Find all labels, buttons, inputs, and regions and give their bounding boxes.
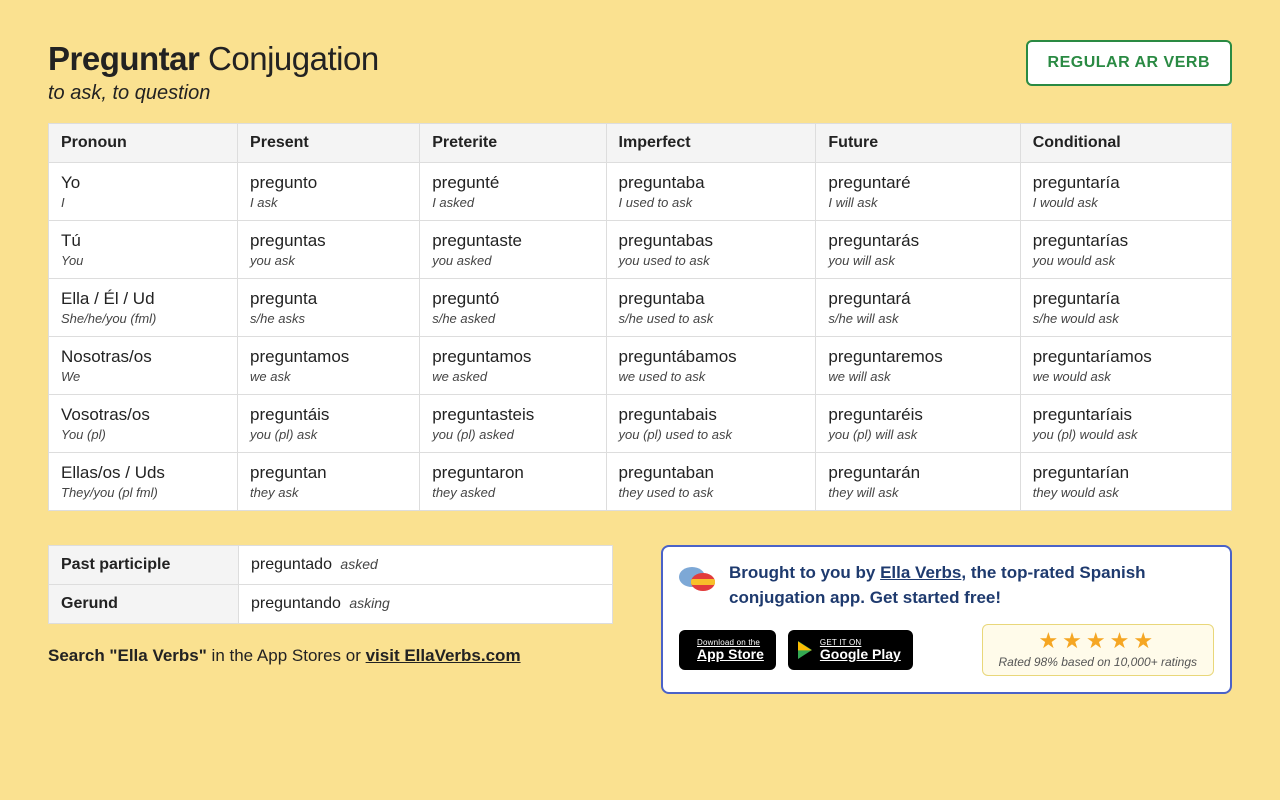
column-header: Pronoun [49, 124, 238, 163]
rating-box: ★★★★★ Rated 98% based on 10,000+ ratings [982, 624, 1214, 676]
promo-text: Brought to you by Ella Verbs, the top-ra… [729, 561, 1214, 610]
conj-cell: preguntáisyou (pl) ask [238, 395, 420, 453]
conj-cell: preguntarásyou will ask [816, 221, 1020, 279]
app-icon [679, 561, 717, 599]
conj-cell: preguntós/he asked [420, 279, 606, 337]
google-play-badge[interactable]: GET IT ON Google Play [788, 630, 913, 670]
conj-cell: preguntabas/he used to ask [606, 279, 816, 337]
promo-box: Brought to you by Ella Verbs, the top-ra… [661, 545, 1232, 694]
table-row: TúYoupreguntasyou askpreguntasteyou aske… [49, 221, 1232, 279]
table-row: Vosotras/osYou (pl)preguntáisyou (pl) as… [49, 395, 1232, 453]
conj-cell: preguntarás/he will ask [816, 279, 1020, 337]
conj-cell: preguntabaisyou (pl) used to ask [606, 395, 816, 453]
verb-translation: to ask, to question [48, 82, 379, 105]
conj-cell: preguntábamoswe used to ask [606, 337, 816, 395]
page-title: Preguntar Conjugation [48, 40, 379, 78]
verb-name: Preguntar [48, 40, 199, 77]
conj-cell: YoI [49, 163, 238, 221]
gerund-label: Gerund [49, 585, 239, 624]
conj-cell: preguntaríamoswe would ask [1020, 337, 1231, 395]
table-row: Ellas/os / UdsThey/you (pl fml)preguntan… [49, 453, 1232, 511]
conj-cell: preguntabaI used to ask [606, 163, 816, 221]
conj-cell: Nosotras/osWe [49, 337, 238, 395]
conj-cell: preguntaremoswe will ask [816, 337, 1020, 395]
verb-type-badge: REGULAR AR VERB [1026, 40, 1232, 86]
conj-cell: preguntaríanthey would ask [1020, 453, 1231, 511]
column-header: Imperfect [606, 124, 816, 163]
conj-cell: preguntaríaI would ask [1020, 163, 1231, 221]
conj-cell: preguntaréisyou (pl) will ask [816, 395, 1020, 453]
conj-cell: preguntanthey ask [238, 453, 420, 511]
past-participle-label: Past participle [49, 546, 239, 585]
conj-cell: preguntas/he asks [238, 279, 420, 337]
past-participle-value: preguntado asked [239, 546, 613, 585]
conj-cell: preguntamoswe asked [420, 337, 606, 395]
conj-cell: preguntoI ask [238, 163, 420, 221]
conj-cell: Vosotras/osYou (pl) [49, 395, 238, 453]
column-header: Future [816, 124, 1020, 163]
table-row: YoIpreguntoI askpreguntéI askedpreguntab… [49, 163, 1232, 221]
table-row: Nosotras/osWepreguntamoswe askpreguntamo… [49, 337, 1232, 395]
conj-cell: preguntaréI will ask [816, 163, 1020, 221]
conj-cell: preguntéI asked [420, 163, 606, 221]
app-store-badge[interactable]: Download on the App Store [679, 630, 776, 670]
title-suffix: Conjugation [208, 40, 379, 77]
play-icon [798, 641, 812, 659]
visit-link[interactable]: visit EllaVerbs.com [366, 646, 521, 665]
conj-cell: preguntabasyou used to ask [606, 221, 816, 279]
gerund-value: preguntando asking [239, 585, 613, 624]
conj-cell: preguntamoswe ask [238, 337, 420, 395]
conj-cell: preguntarías/he would ask [1020, 279, 1231, 337]
conj-cell: preguntasteisyou (pl) asked [420, 395, 606, 453]
search-line: Search "Ella Verbs" in the App Stores or… [48, 646, 613, 666]
conj-cell: preguntaríaisyou (pl) would ask [1020, 395, 1231, 453]
conj-cell: preguntasyou ask [238, 221, 420, 279]
conj-cell: preguntaríasyou would ask [1020, 221, 1231, 279]
conjugation-table: PronounPresentPreteriteImperfectFutureCo… [48, 123, 1232, 511]
column-header: Present [238, 124, 420, 163]
verb-forms-table: Past participle preguntado asked Gerund … [48, 545, 613, 624]
star-icons: ★★★★★ [999, 629, 1197, 653]
conj-cell: Ellas/os / UdsThey/you (pl fml) [49, 453, 238, 511]
column-header: Preterite [420, 124, 606, 163]
ella-verbs-link[interactable]: Ella Verbs [880, 563, 961, 582]
conj-cell: Ella / Él / UdShe/he/you (fml) [49, 279, 238, 337]
title-block: Preguntar Conjugation to ask, to questio… [48, 40, 379, 105]
conj-cell: preguntabanthey used to ask [606, 453, 816, 511]
conj-cell: preguntasteyou asked [420, 221, 606, 279]
conj-cell: TúYou [49, 221, 238, 279]
column-header: Conditional [1020, 124, 1231, 163]
conj-cell: preguntaránthey will ask [816, 453, 1020, 511]
table-row: Ella / Él / UdShe/he/you (fml)preguntas/… [49, 279, 1232, 337]
conj-cell: preguntaronthey asked [420, 453, 606, 511]
rating-text: Rated 98% based on 10,000+ ratings [999, 655, 1197, 669]
